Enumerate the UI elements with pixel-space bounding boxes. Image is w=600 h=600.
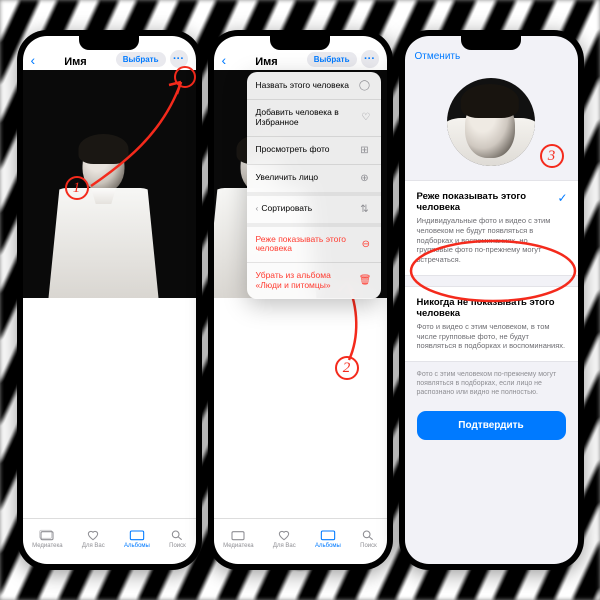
menu-zoom-face[interactable]: Увеличить лицо ⊕ [247,165,381,196]
option-feature-less[interactable]: Реже показывать этого человека Индивидуа… [405,180,578,276]
option-desc: Индивидуальные фото и видео с этим челов… [417,216,566,265]
person-photo[interactable] [23,70,196,298]
tab-library[interactable]: Медиатека [223,528,253,549]
menu-add-favorite[interactable]: Добавить человека в Избранное ♡ [247,100,381,137]
cancel-button[interactable]: Отменить [415,51,461,62]
tab-foryou[interactable]: Для Вас [273,528,296,549]
tab-label: Медиатека [223,543,253,549]
tab-label: Поиск [169,543,186,549]
tab-albums[interactable]: Альбомы [124,528,150,549]
select-button[interactable]: Выбрать [307,52,357,67]
tab-bar: Медиатека Для Вас Альбомы Поиск [23,518,196,564]
notch [270,36,330,50]
tab-label: Альбомы [124,543,150,549]
notch [461,36,521,50]
person-icon: ◯ [358,80,372,91]
library-icon [39,528,55,542]
heart-icon: ♡ [360,112,371,123]
tab-label: Для Вас [273,543,296,549]
sort-icon: ⇅ [358,204,372,215]
foryou-icon [276,528,292,542]
screen-1: ‹ Имя Выбрать ··· Мед [23,36,196,564]
option-title: Никогда не показывать этого человека [417,297,566,319]
menu-remove-album[interactable]: Убрать из альбома «Люди и питомцы» 🗑 [247,263,381,299]
notch [79,36,139,50]
albums-icon [129,528,145,542]
tab-label: Для Вас [82,543,105,549]
context-menu: Назвать этого человека ◯ Добавить челове… [247,72,381,299]
tab-search[interactable]: Поиск [360,528,377,549]
footnote-text: Фото с этим человеком по-прежнему могут … [405,362,578,405]
phone-3: Отменить Реже показывать этого человека … [399,30,584,570]
menu-feature-less[interactable]: Реже показывать этого человека ⊖ [247,227,381,264]
menu-name-person[interactable]: Назвать этого человека ◯ [247,72,381,100]
back-button[interactable]: ‹ [31,52,36,68]
minus-circle-icon: ⊖ [360,239,371,250]
back-button[interactable]: ‹ [222,52,227,68]
page-title: Имя [255,56,277,68]
confirm-button[interactable]: Подтвердить [417,411,566,440]
menu-view-photos[interactable]: Просмотреть фото ⊞ [247,137,381,165]
select-button[interactable]: Выбрать [116,52,166,67]
library-icon [230,528,246,542]
page-title: Имя [64,56,86,68]
screen-2: ‹ Имя Выбрать ··· Мед [214,36,387,564]
zoom-icon: ⊕ [358,173,372,184]
albums-icon [320,528,336,542]
person-avatar [447,78,535,166]
photo-area [23,70,196,518]
person-silhouette [49,140,159,298]
tab-label: Поиск [360,543,377,549]
checkmark-icon: ✓ [557,191,567,205]
search-icon [360,528,376,542]
tab-foryou[interactable]: Для Вас [82,528,105,549]
tab-library[interactable]: Медиатека [32,528,62,549]
phone-2: ‹ Имя Выбрать ··· Мед [208,30,393,570]
trash-icon: 🗑 [359,275,372,286]
foryou-icon [85,528,101,542]
grid-icon: ⊞ [358,145,372,156]
search-icon [169,528,185,542]
option-title: Реже показывать этого человека [417,191,566,213]
more-button[interactable]: ··· [361,50,379,68]
tab-label: Альбомы [315,543,341,549]
screen-3: Отменить Реже показывать этого человека … [405,36,578,564]
tab-search[interactable]: Поиск [169,528,186,549]
tab-bar: Медиатека Для Вас Альбомы Поиск [214,518,387,564]
menu-sort[interactable]: ‹Сортировать ⇅ [247,196,381,227]
phone-row: ‹ Имя Выбрать ··· Мед [0,0,600,600]
option-never-show[interactable]: Никогда не показывать этого человека Фот… [405,286,578,362]
phone-1: ‹ Имя Выбрать ··· Мед [17,30,202,570]
more-button[interactable]: ··· [170,50,188,68]
confirmation-sheet: Отменить Реже показывать этого человека … [405,36,578,564]
tab-albums[interactable]: Альбомы [315,528,341,549]
tab-label: Медиатека [32,543,62,549]
option-desc: Фото и видео с этим человеком, в том чис… [417,322,566,351]
